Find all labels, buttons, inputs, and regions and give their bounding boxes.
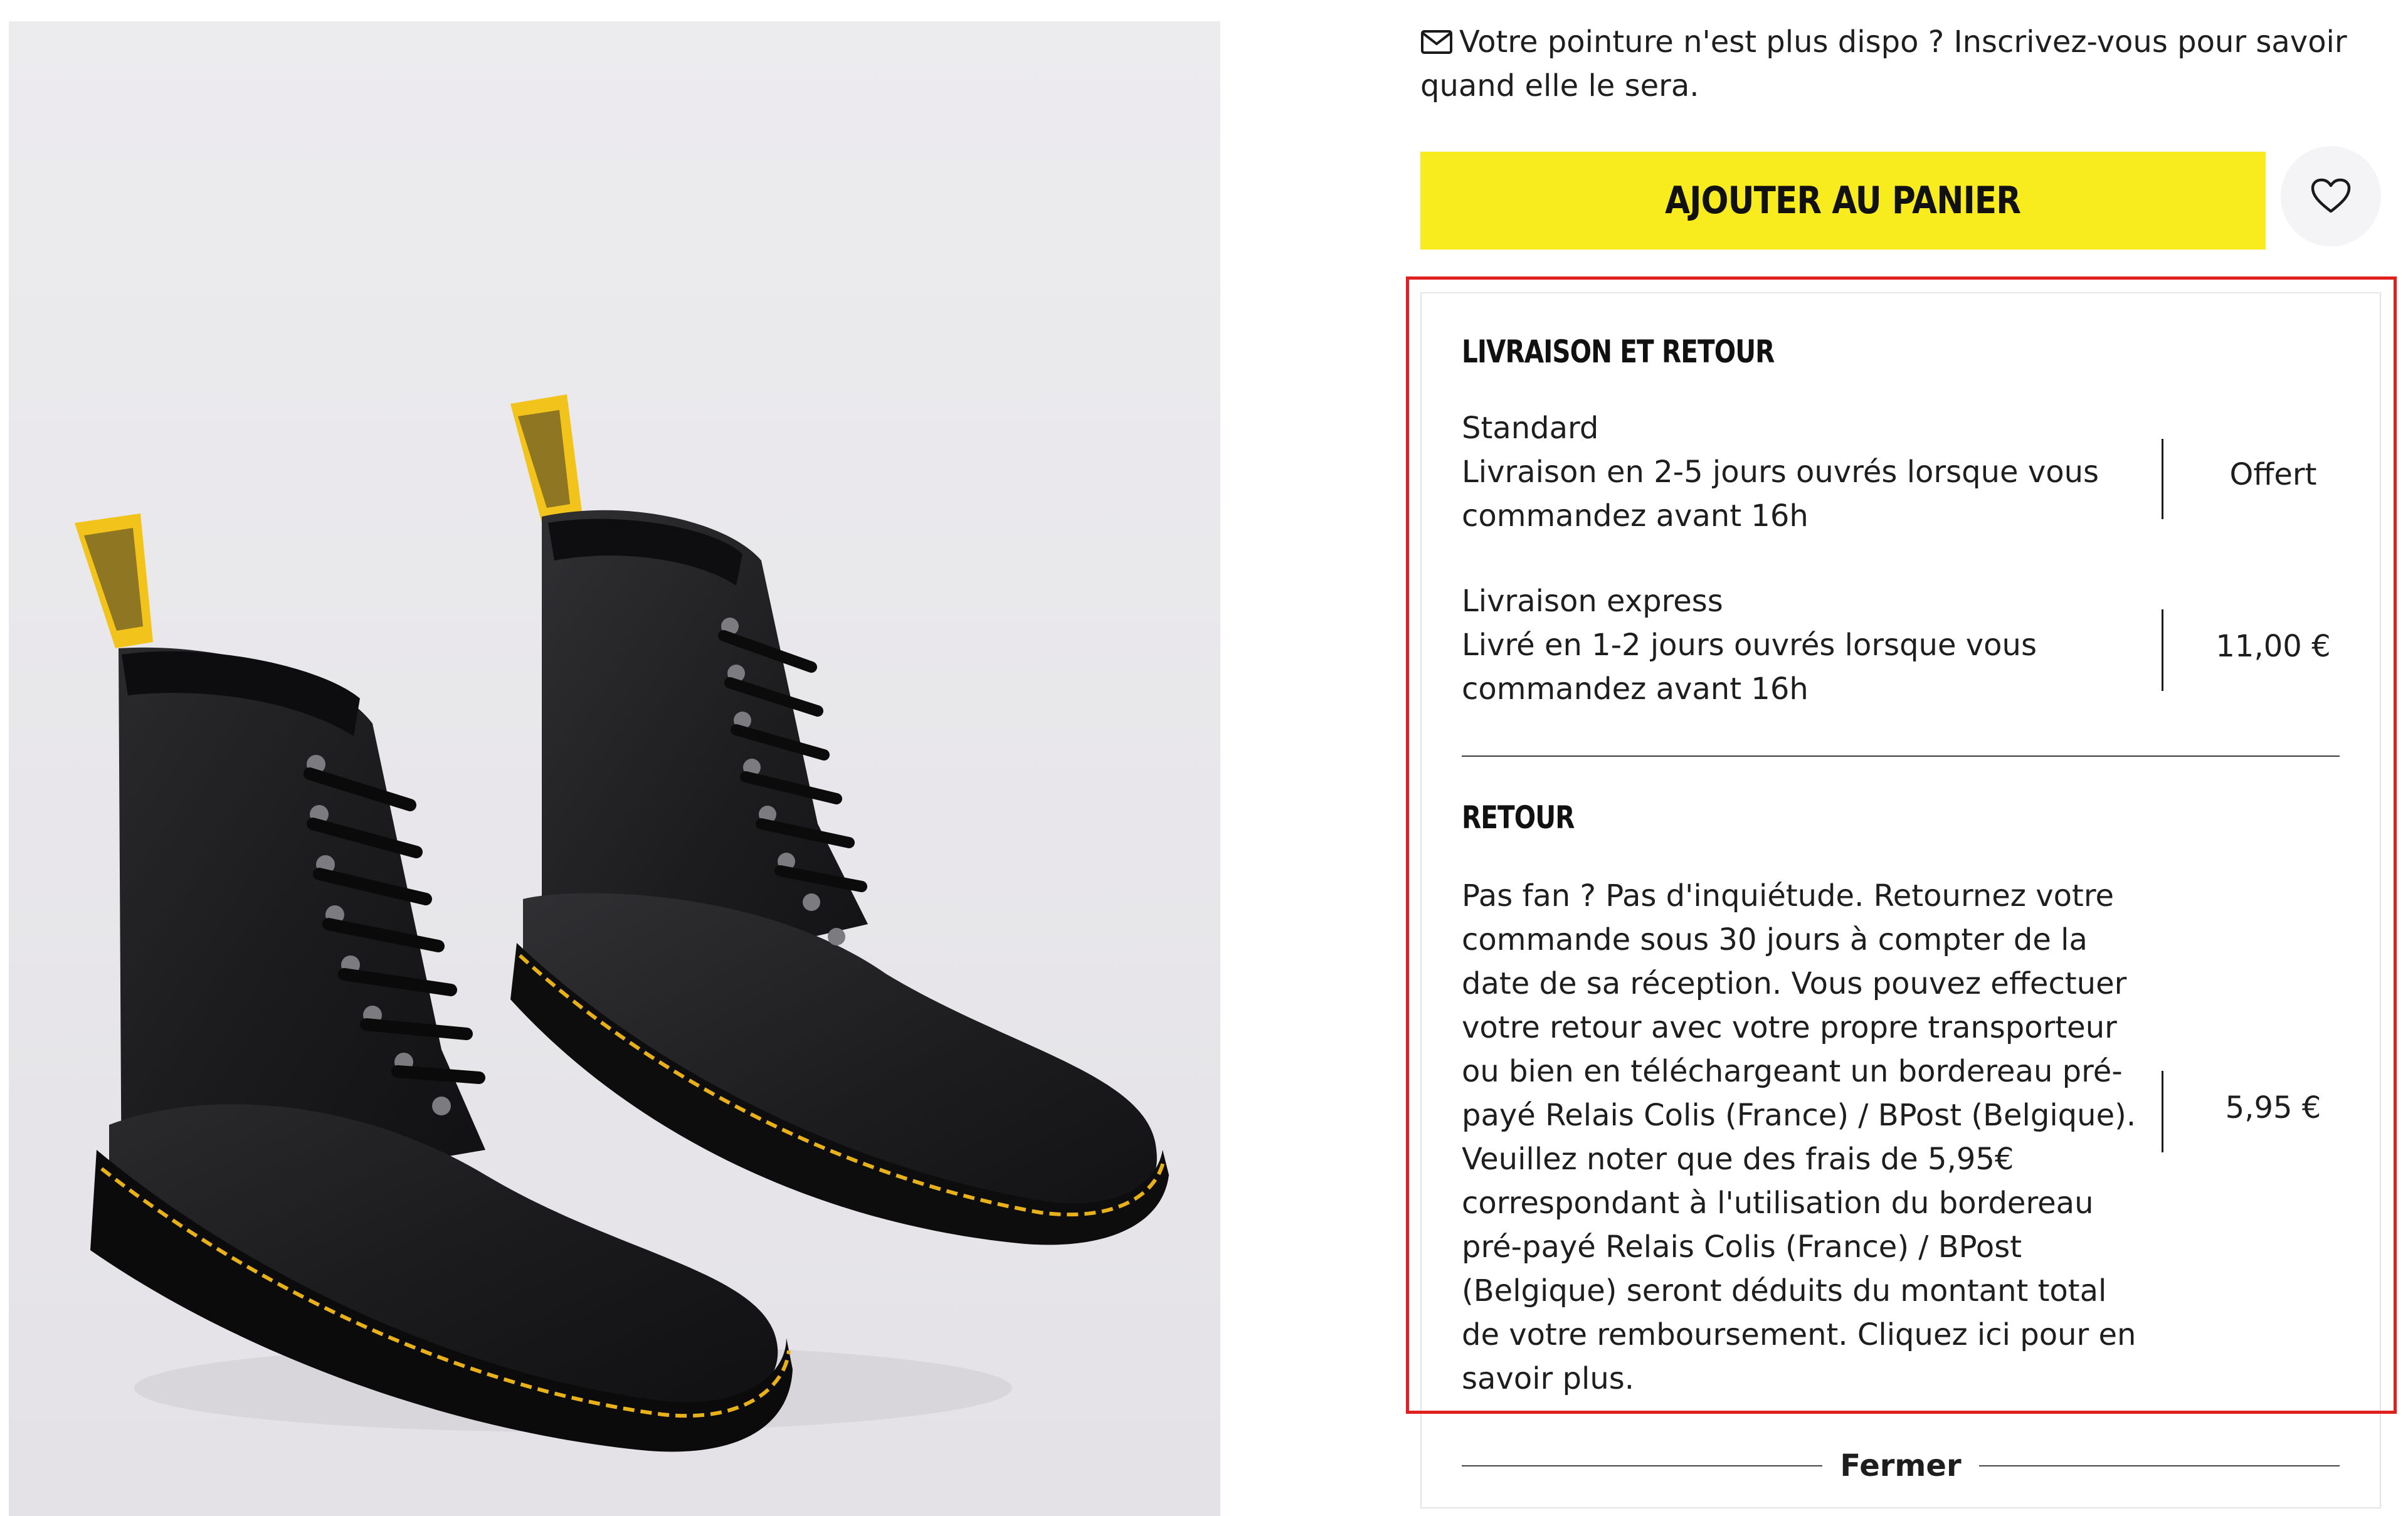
- wishlist-button[interactable]: [2281, 146, 2381, 246]
- shipping-option-name: Standard: [1462, 411, 1599, 446]
- divider-line: [1978, 1465, 2340, 1466]
- price-divider: [2162, 1071, 2163, 1152]
- price-divider: [2162, 439, 2163, 519]
- shipping-option-price: 11,00 €: [2215, 629, 2331, 664]
- returns-title: RETOUR: [1462, 799, 1575, 836]
- restock-text: Votre pointure n'est plus dispo ? Inscri…: [1420, 24, 2347, 103]
- divider-line: [1462, 1465, 1823, 1466]
- product-image: [9, 21, 1220, 1516]
- shipping-title: LIVRAISON ET RETOUR: [1462, 334, 1775, 370]
- add-to-cart-button[interactable]: AJOUTER AU PANIER: [1420, 152, 2266, 250]
- shipping-option-description: Livré en 1-2 jours ouvrés lorsque vous c…: [1462, 628, 2037, 707]
- returns-text: Pas fan ? Pas d'inquiétude. Retournez vo…: [1462, 878, 2136, 1396]
- product-page: Votre pointure n'est plus dispo ? Inscri…: [0, 0, 2408, 1516]
- heart-icon: [2311, 178, 2351, 213]
- close-row: Fermer: [1462, 1446, 2340, 1486]
- shipping-option-express: Livraison express Livré en 1-2 jours ouv…: [1462, 579, 2126, 711]
- price-divider: [2162, 609, 2163, 691]
- shipping-option-standard: Standard Livraison en 2-5 jours ouvrés l…: [1462, 406, 2126, 538]
- section-divider: [1462, 755, 2340, 757]
- shipping-option-price: Offert: [2229, 457, 2317, 492]
- mail-icon: [1421, 30, 1452, 54]
- returns-price: 5,95 €: [2225, 1090, 2321, 1125]
- boots-illustration: [9, 21, 1220, 1516]
- add-to-cart-label: AJOUTER AU PANIER: [1665, 179, 2021, 223]
- shipping-option-name: Livraison express: [1462, 584, 1723, 619]
- close-button[interactable]: Fermer: [1822, 1448, 1978, 1483]
- restock-notice[interactable]: Votre pointure n'est plus dispo ? Inscri…: [1420, 20, 2348, 108]
- shipping-option-description: Livraison en 2-5 jours ouvrés lorsque vo…: [1462, 455, 2099, 534]
